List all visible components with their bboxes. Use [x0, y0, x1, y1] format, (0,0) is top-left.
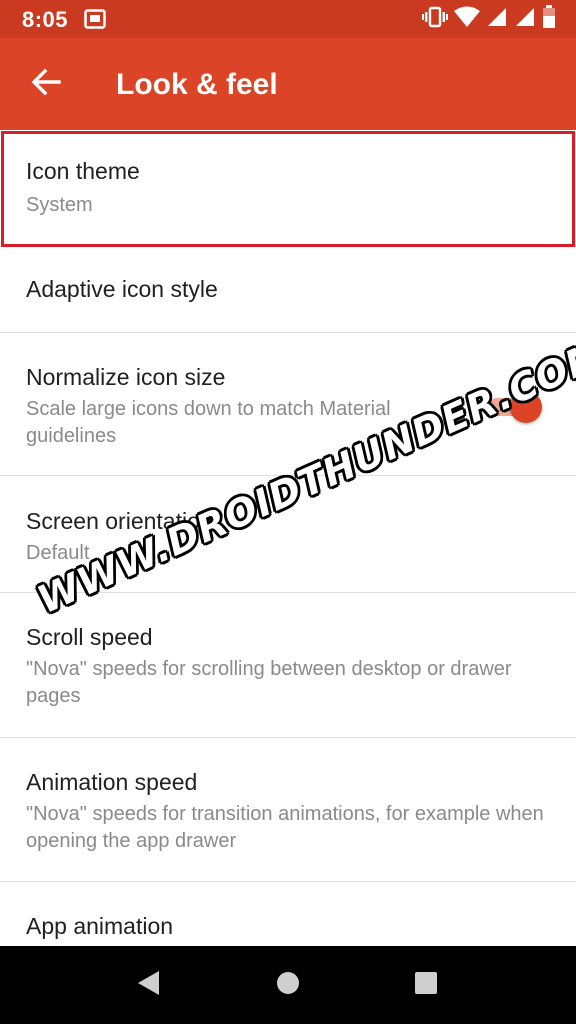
app-bar: Look & feel [0, 38, 576, 130]
toggle-thumb [510, 391, 542, 423]
vibrate-icon [422, 6, 448, 33]
status-bar: 8:05 [0, 0, 576, 38]
setting-title: Screen orientation [26, 508, 213, 534]
setting-icon-theme[interactable]: Icon theme System [0, 130, 576, 247]
arrow-back-icon [31, 68, 61, 101]
nav-recents-icon [414, 971, 438, 1000]
normalize-icon-size-toggle[interactable] [484, 389, 546, 425]
setting-subtitle: Scale large icons down to match Material… [26, 398, 391, 447]
nav-back-button[interactable] [108, 946, 188, 1024]
setting-normalize-icon-size[interactable]: Normalize icon size Scale large icons do… [0, 333, 576, 476]
nav-recents-button[interactable] [386, 946, 466, 1024]
setting-title: Icon theme [26, 158, 140, 184]
nav-back-icon [135, 969, 161, 1002]
nav-bar [0, 946, 576, 1024]
setting-title: App animation [26, 913, 174, 939]
setting-scroll-speed[interactable]: Scroll speed "Nova" speeds for scrolling… [0, 593, 576, 738]
setting-title: Animation speed [26, 769, 198, 795]
screenshot-icon [84, 9, 106, 34]
setting-subtitle: System [26, 194, 93, 216]
nav-home-icon [275, 970, 301, 1001]
setting-title: Adaptive icon style [26, 276, 218, 302]
nav-home-button[interactable] [248, 946, 328, 1024]
setting-title: Normalize icon size [26, 364, 226, 390]
setting-title: Scroll speed [26, 624, 153, 650]
setting-subtitle: "Nova" speeds for transition animations,… [26, 803, 544, 852]
status-time: 8:05 [22, 7, 69, 32]
setting-adaptive-icon-style[interactable]: Adaptive icon style [0, 247, 576, 333]
wifi-icon [454, 6, 480, 33]
signal-icon [514, 6, 536, 33]
signal-icon [486, 6, 508, 33]
setting-subtitle: Default [26, 542, 90, 564]
back-button[interactable] [26, 66, 66, 102]
setting-subtitle: "Nova" speeds for scrolling between desk… [26, 658, 512, 707]
setting-screen-orientation[interactable]: Screen orientation Default [0, 476, 576, 593]
status-icons [422, 4, 556, 34]
battery-icon [542, 4, 556, 34]
page-title: Look & feel [116, 68, 278, 101]
setting-animation-speed[interactable]: Animation speed "Nova" speeds for transi… [0, 738, 576, 882]
